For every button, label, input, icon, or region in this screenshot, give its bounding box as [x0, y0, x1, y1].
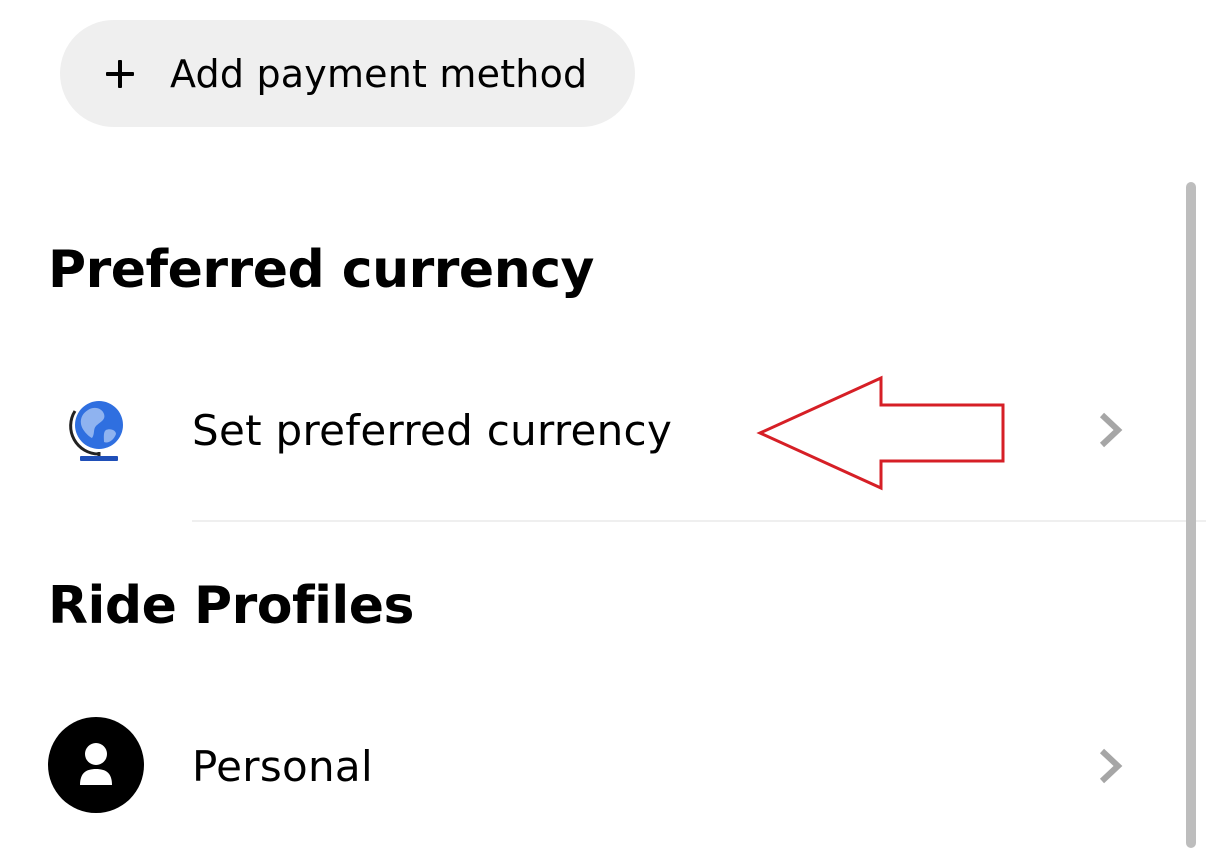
add-payment-method-button[interactable]: Add payment method [60, 20, 635, 127]
plus-icon [104, 58, 136, 90]
set-preferred-currency-row[interactable]: Set preferred currency [0, 380, 1180, 480]
row-divider [192, 520, 1206, 522]
set-preferred-currency-label: Set preferred currency [192, 405, 673, 455]
personal-profile-label: Personal [192, 741, 373, 791]
chevron-right-icon [1099, 748, 1123, 784]
add-payment-method-label: Add payment method [170, 51, 588, 96]
globe-icon [69, 401, 123, 461]
preferred-currency-heading: Preferred currency [48, 240, 594, 300]
chevron-right-icon [1099, 412, 1123, 448]
personal-profile-row[interactable]: Personal [0, 716, 1180, 816]
person-avatar-icon [48, 717, 144, 813]
scrollbar[interactable] [1186, 182, 1196, 848]
ride-profiles-heading: Ride Profiles [48, 576, 414, 636]
wallet-page: Add payment method Preferred currency Se… [0, 0, 1206, 848]
